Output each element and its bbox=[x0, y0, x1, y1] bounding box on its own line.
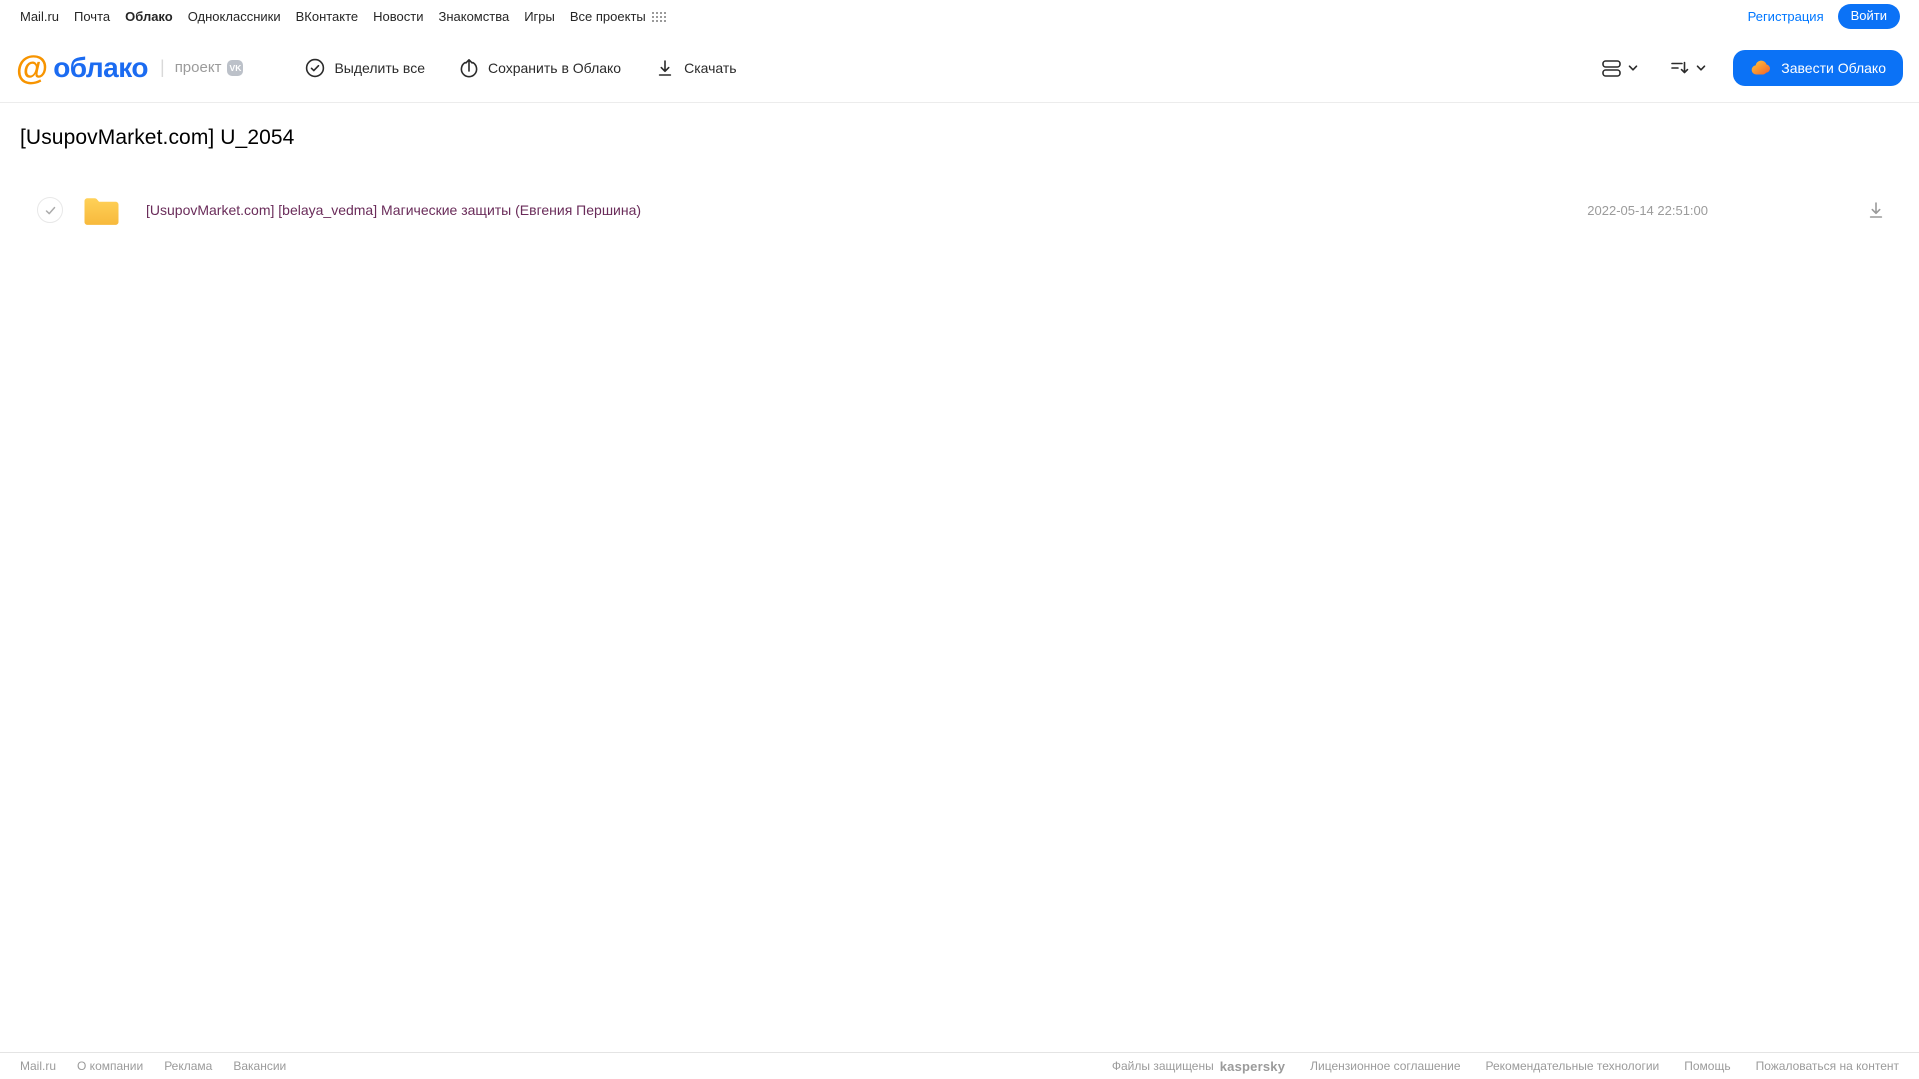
footer-license[interactable]: Лицензионное соглашение bbox=[1310, 1059, 1460, 1073]
cloud-logo-text: облако bbox=[53, 51, 148, 83]
project-label: проект bbox=[174, 59, 222, 76]
footer-report[interactable]: Пожаловаться на контент bbox=[1756, 1059, 1899, 1073]
page-title: [UsupovMarket.com] U_2054 bbox=[20, 126, 295, 149]
footer-mailru[interactable]: Mail.ru bbox=[20, 1059, 56, 1073]
cloud-upload-icon bbox=[459, 58, 479, 78]
kaspersky-protected: Файлы защищены kaspersky bbox=[1112, 1059, 1285, 1074]
row-download-icon[interactable] bbox=[1866, 200, 1886, 220]
nav-all-projects[interactable]: Все проекты bbox=[570, 9, 666, 24]
nav-igry[interactable]: Игры bbox=[524, 9, 555, 24]
get-cloud-label: Завести Облако bbox=[1781, 59, 1886, 76]
download-icon bbox=[655, 58, 675, 78]
footer-left-links: Mail.ru О компании Реклама Вакансии bbox=[20, 1059, 286, 1073]
footer-recommendations[interactable]: Рекомендательные технологии bbox=[1486, 1059, 1660, 1073]
folder-icon bbox=[82, 195, 121, 226]
footer-about[interactable]: О компании bbox=[77, 1059, 143, 1073]
checkmark-icon bbox=[45, 206, 55, 214]
file-row[interactable]: [UsupovMarket.com] [belaya_vedma] Магиче… bbox=[0, 182, 1919, 238]
nav-mailru[interactable]: Mail.ru bbox=[20, 9, 59, 24]
save-to-cloud-button[interactable]: Сохранить в Облако bbox=[459, 58, 621, 78]
orange-cloud-icon bbox=[1750, 59, 1772, 76]
footer-ads[interactable]: Реклама bbox=[164, 1059, 212, 1073]
nav-znakomstva[interactable]: Знакомства bbox=[438, 9, 509, 24]
check-circle-icon bbox=[305, 58, 325, 78]
nav-odnoklassniki[interactable]: Одноклассники bbox=[188, 9, 281, 24]
toolbar-right: Завести Облако bbox=[1597, 49, 1903, 86]
portal-navbar: Mail.ru Почта Облако Одноклассники ВКонт… bbox=[0, 0, 1919, 33]
nav-vkontakte[interactable]: ВКонтакте bbox=[296, 9, 359, 24]
file-name-link[interactable]: [UsupovMarket.com] [belaya_vedma] Магиче… bbox=[146, 202, 1587, 218]
portal-links: Mail.ru Почта Облако Одноклассники ВКонт… bbox=[20, 9, 666, 24]
nav-oblako[interactable]: Облако bbox=[125, 9, 173, 24]
auth-area: Регистрация Войти bbox=[1748, 4, 1900, 29]
sort-icon bbox=[1669, 58, 1690, 78]
file-date: 2022-05-14 22:51:00 bbox=[1587, 202, 1708, 218]
footer-right-links: Файлы защищены kaspersky Лицензионное со… bbox=[1112, 1059, 1899, 1074]
nav-novosti[interactable]: Новости bbox=[373, 9, 423, 24]
download-label: Скачать bbox=[684, 59, 737, 76]
cloud-logo[interactable]: @ облако | проект VK bbox=[16, 49, 244, 86]
mailru-at-icon: @ bbox=[16, 49, 48, 86]
sort-dropdown[interactable] bbox=[1665, 54, 1711, 82]
download-button[interactable]: Скачать bbox=[655, 58, 737, 78]
all-projects-label: Все проекты bbox=[569, 9, 646, 24]
nav-pochta[interactable]: Почта bbox=[74, 9, 110, 24]
logo-divider: | bbox=[160, 57, 165, 77]
page-footer: Mail.ru О компании Реклама Вакансии Файл… bbox=[0, 1052, 1919, 1079]
toolbar-actions: Выделить все Сохранить в Облако Скачать bbox=[305, 58, 737, 78]
kaspersky-logo[interactable]: kaspersky bbox=[1220, 1059, 1285, 1074]
select-all-button[interactable]: Выделить все bbox=[305, 58, 425, 78]
registration-link[interactable]: Регистрация bbox=[1748, 9, 1824, 24]
save-to-cloud-label: Сохранить в Облако bbox=[488, 59, 622, 76]
cloud-toolbar: @ облако | проект VK Выделить все Сохран… bbox=[0, 33, 1919, 103]
select-all-label: Выделить все bbox=[334, 59, 425, 76]
login-button[interactable]: Войти bbox=[1837, 4, 1900, 29]
project-vk-label: проект VK bbox=[175, 59, 244, 76]
protected-label: Файлы защищены bbox=[1111, 1059, 1214, 1073]
chevron-down-icon bbox=[1627, 62, 1639, 74]
footer-jobs[interactable]: Вакансии bbox=[233, 1059, 286, 1073]
list-view-icon bbox=[1601, 58, 1622, 78]
main-content: [UsupovMarket.com] U_2054 [UsupovMarket.… bbox=[0, 103, 1919, 238]
apps-grid-icon bbox=[651, 11, 666, 23]
view-mode-dropdown[interactable] bbox=[1597, 54, 1643, 82]
chevron-down-icon bbox=[1695, 62, 1707, 74]
get-cloud-button[interactable]: Завести Облако bbox=[1733, 49, 1903, 86]
row-checkbox[interactable] bbox=[37, 197, 63, 223]
footer-help[interactable]: Помощь bbox=[1684, 1059, 1730, 1073]
vk-logo-icon: VK bbox=[227, 59, 244, 76]
